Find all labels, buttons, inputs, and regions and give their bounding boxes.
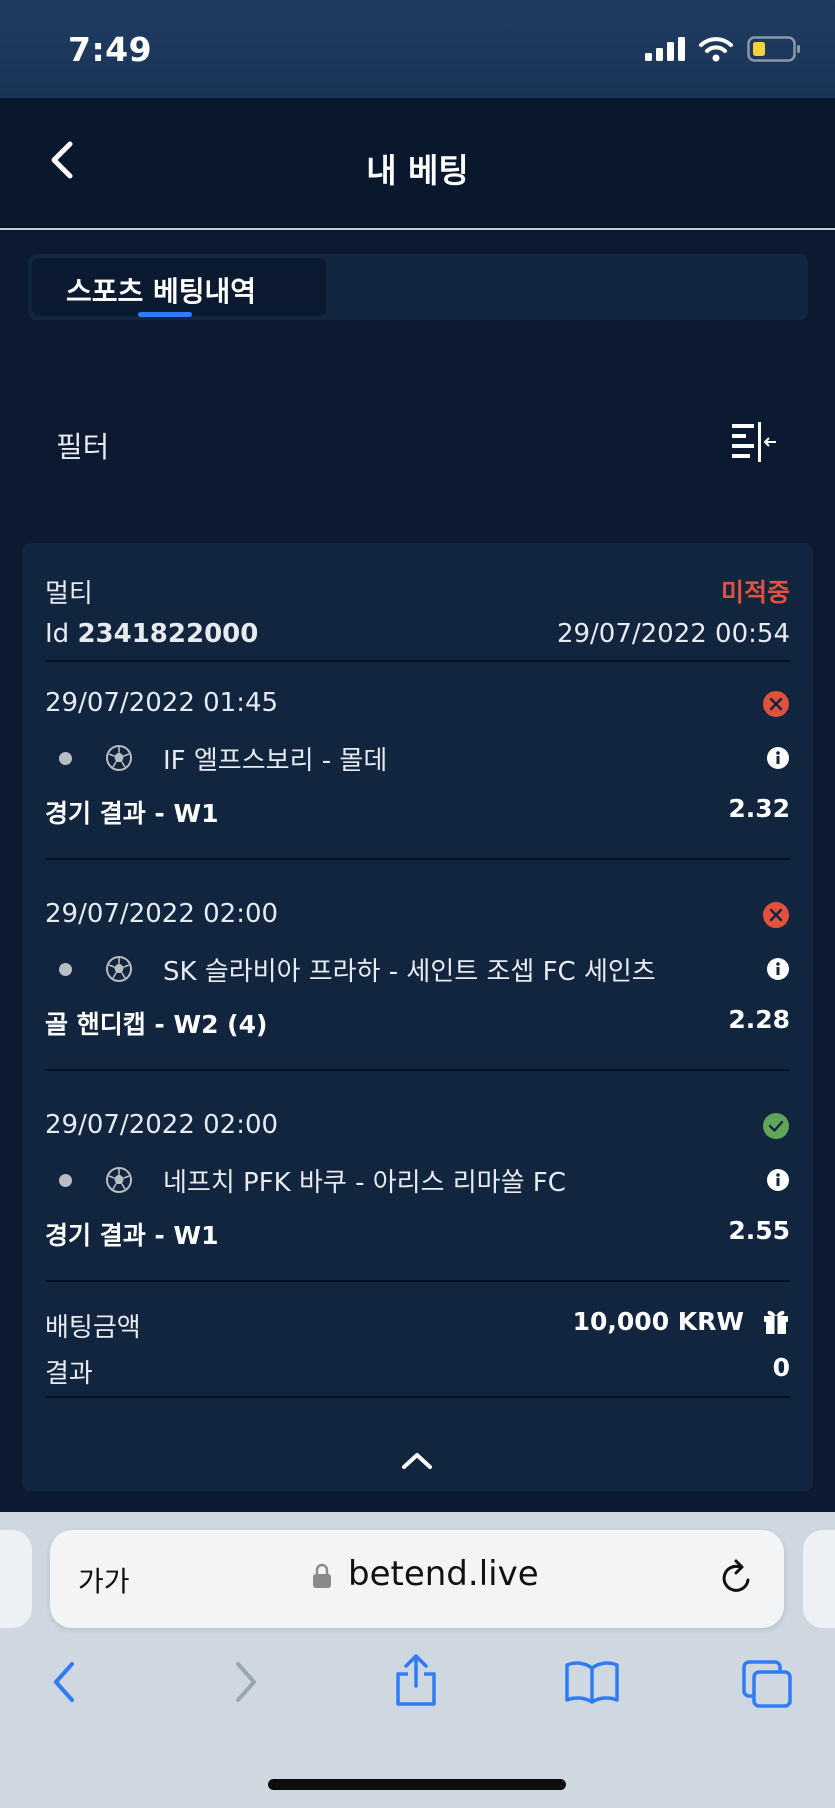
- bet-placed-at: 29/07/2022 00:54: [556, 619, 790, 649]
- match-name[interactable]: SK 슬라비아 프라하 - 세인트 조셉 FC 세인츠: [163, 951, 656, 988]
- address-bar[interactable]: 가가 betend.live: [50, 1530, 784, 1628]
- forward-icon[interactable]: [222, 1658, 268, 1706]
- bet-status-badge: 미적중: [720, 578, 790, 607]
- stake-label: 배팅금액: [45, 1313, 141, 1343]
- tabs-icon[interactable]: [740, 1658, 794, 1710]
- result-row: 결과 0: [45, 1353, 790, 1389]
- bet-id-value: 2341822000: [77, 619, 259, 649]
- signal-icon: [645, 37, 685, 61]
- result-value: 0: [772, 1353, 790, 1382]
- selection-datetime: 29/07/2022 02:00: [45, 899, 279, 929]
- filter-label[interactable]: 필터: [56, 424, 109, 466]
- bullet-dot: [59, 1174, 72, 1187]
- bet-id-label: Id: [45, 619, 70, 649]
- selection-item: 29/07/2022 01:45 IF 엘프스보리 - 몰데 경기 결과 - W…: [45, 688, 790, 858]
- status-time: 7:49: [68, 30, 153, 69]
- match-name[interactable]: 네프치 PFK 바쿠 - 아리스 리마쏠 FC: [163, 1162, 566, 1199]
- gift-icon[interactable]: [762, 1307, 790, 1335]
- market-name: 골 핸디캡 - W2 (4): [45, 1010, 268, 1039]
- info-icon[interactable]: [766, 1168, 790, 1192]
- selection-item: 29/07/2022 02:00 네프치 PFK 바쿠 - 아리스 리마쏠 FC…: [45, 1110, 790, 1280]
- divider: [45, 1396, 790, 1398]
- soccer-ball-icon: [106, 745, 132, 771]
- selection-datetime: 29/07/2022 02:00: [45, 1110, 279, 1140]
- bookmarks-icon[interactable]: [564, 1658, 620, 1706]
- bet-type: 멀티: [45, 579, 93, 609]
- market-name: 경기 결과 - W1: [45, 799, 219, 828]
- previous-tab-preview[interactable]: [0, 1530, 32, 1628]
- divider: [45, 1069, 790, 1071]
- tab-active-indicator: [138, 312, 192, 317]
- bullet-dot: [59, 963, 72, 976]
- browser-toolbar: 가가 betend.live: [0, 1512, 835, 1808]
- text-size-button[interactable]: 가가: [78, 1560, 130, 1600]
- battery-icon: [747, 36, 800, 62]
- next-tab-preview[interactable]: [803, 1530, 835, 1628]
- lost-x-icon: [763, 902, 789, 928]
- bet-card: 멀티 미적중 Id 2341822000 29/07/2022 00:54 29…: [22, 543, 813, 1491]
- bullet-dot: [59, 752, 72, 765]
- tab-sports-bet-history[interactable]: 스포츠 베팅내역: [32, 258, 326, 317]
- divider: [45, 1280, 790, 1282]
- status-icons: [645, 36, 801, 62]
- odds-value: 2.32: [728, 794, 790, 823]
- status-bar: 7:49: [0, 0, 835, 98]
- match-name[interactable]: IF 엘프스보리 - 몰데: [163, 740, 387, 777]
- home-indicator: [268, 1779, 566, 1790]
- chevron-up-icon[interactable]: [398, 1449, 436, 1473]
- odds-value: 2.55: [728, 1216, 790, 1245]
- filter-collapse-icon[interactable]: [730, 420, 778, 464]
- divider: [45, 858, 790, 860]
- page-title: 내 베팅: [366, 151, 469, 190]
- soccer-ball-icon: [106, 956, 132, 982]
- lost-x-icon: [763, 691, 789, 717]
- won-check-icon: [763, 1113, 789, 1139]
- lock-icon: [313, 1563, 331, 1588]
- stake-row: 배팅금액 10,000 KRW: [45, 1307, 790, 1343]
- selection-datetime: 29/07/2022 01:45: [45, 688, 279, 718]
- soccer-ball-icon: [106, 1167, 132, 1193]
- share-icon[interactable]: [394, 1652, 438, 1708]
- wifi-icon: [699, 37, 733, 62]
- url-text[interactable]: betend.live: [348, 1554, 539, 1594]
- bet-id: Id 2341822000: [45, 619, 258, 649]
- info-icon[interactable]: [766, 746, 790, 770]
- odds-value: 2.28: [728, 1005, 790, 1034]
- tab-bar: 스포츠 베팅내역: [28, 254, 808, 320]
- result-label: 결과: [45, 1359, 93, 1389]
- divider: [45, 660, 790, 662]
- reload-icon[interactable]: [718, 1558, 756, 1598]
- stake-value: 10,000 KRW: [572, 1307, 744, 1336]
- market-name: 경기 결과 - W1: [45, 1221, 219, 1250]
- back-icon[interactable]: [42, 1658, 88, 1706]
- tab-label: 스포츠 베팅내역: [65, 275, 257, 308]
- info-icon[interactable]: [766, 957, 790, 981]
- selection-item: 29/07/2022 02:00 SK 슬라비아 프라하 - 세인트 조셉 FC…: [45, 899, 790, 1069]
- app-header: 내 베팅: [0, 98, 835, 230]
